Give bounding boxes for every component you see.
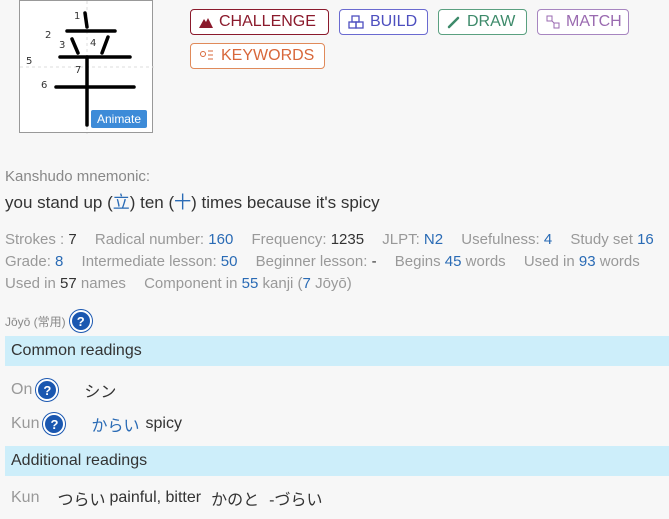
usefulness-link[interactable]: 4 bbox=[544, 231, 552, 248]
usedin-label: Used in bbox=[523, 253, 575, 270]
on-reading-row: On ? シン bbox=[11, 378, 116, 402]
stroke-number: 4 bbox=[90, 38, 96, 49]
stroke-number: 3 bbox=[59, 40, 65, 51]
frequency-label: Frequency: bbox=[251, 231, 327, 248]
kun-reading-row: Kun ? からい spicy bbox=[11, 412, 182, 436]
common-readings-header: Common readings bbox=[5, 336, 669, 366]
mnemonic-part: ) ten ( bbox=[129, 193, 175, 212]
animate-button[interactable]: Animate bbox=[90, 110, 147, 128]
stroke-number: 6 bbox=[41, 80, 47, 91]
studyset-link[interactable]: 16 bbox=[637, 231, 654, 248]
studyset-label: Study set bbox=[570, 231, 633, 248]
help-icon[interactable]: ? bbox=[69, 310, 92, 332]
help-icon[interactable]: ? bbox=[43, 413, 66, 435]
keywords-label: KEYWORDS bbox=[221, 47, 315, 64]
kun-reading-link[interactable]: からい bbox=[91, 412, 139, 436]
component-link[interactable]: 十 bbox=[174, 193, 191, 212]
on-reading: シン bbox=[84, 384, 117, 401]
build-label: BUILD bbox=[370, 13, 418, 30]
keywords-icon bbox=[199, 49, 215, 63]
component-joyo-link[interactable]: 7 bbox=[303, 275, 311, 292]
component-suffix: Jōyō) bbox=[315, 275, 352, 292]
on-label: On bbox=[11, 381, 33, 398]
blocks-icon bbox=[348, 15, 364, 29]
component-link[interactable]: 立 bbox=[113, 193, 130, 212]
frequency-value: 1235 bbox=[330, 231, 365, 248]
mnemonic-part: you stand up ( bbox=[5, 193, 113, 212]
jlpt-link[interactable]: N2 bbox=[424, 231, 443, 248]
additional-gloss: painful, bitter bbox=[109, 489, 202, 506]
match-icon bbox=[546, 15, 560, 29]
mnemonic-label: Kanshudo mnemonic: bbox=[5, 168, 151, 185]
additional-readings-header: Additional readings bbox=[5, 446, 669, 476]
keywords-button[interactable]: KEYWORDS bbox=[190, 43, 325, 69]
grade-link[interactable]: 8 bbox=[55, 253, 63, 270]
beginner-value: - bbox=[371, 253, 377, 270]
joyo-label: Jōyō (常用) bbox=[5, 314, 66, 329]
grade-label: Grade: bbox=[5, 253, 51, 270]
radical-link[interactable]: 160 bbox=[208, 231, 233, 248]
match-button[interactable]: MATCH bbox=[537, 9, 629, 35]
draw-button[interactable]: DRAW bbox=[438, 9, 527, 35]
begins-suffix: words bbox=[465, 253, 506, 270]
additional-kun-row: Kun つらい painful, bitter かのと -づらい bbox=[11, 486, 322, 510]
match-label: MATCH bbox=[566, 13, 622, 30]
beginner-label: Beginner lesson: bbox=[255, 253, 368, 270]
strokes-label: Strokes : bbox=[5, 231, 65, 248]
help-icon[interactable]: ? bbox=[36, 379, 59, 401]
usedin-link[interactable]: 93 bbox=[579, 253, 596, 270]
usednames-label: Used in bbox=[5, 275, 56, 292]
kanji-stroke-diagram: 1 2 3 4 5 6 7 Animate bbox=[19, 0, 154, 134]
additional-reading: つらい bbox=[57, 492, 106, 509]
joyo-row: Jōyō (常用) ? bbox=[5, 310, 92, 332]
brush-icon bbox=[447, 15, 461, 29]
component-link[interactable]: 55 bbox=[242, 275, 259, 292]
strokes-value: 7 bbox=[68, 231, 77, 248]
kanji-stats: Strokes : 7 Radical number: 160 Frequenc… bbox=[5, 229, 669, 295]
kun-label: Kun bbox=[11, 489, 40, 506]
build-button[interactable]: BUILD bbox=[339, 9, 428, 35]
usedin-suffix: words bbox=[599, 253, 640, 270]
kun-gloss: spicy bbox=[145, 415, 182, 432]
mnemonic-part: ) times because it's spicy bbox=[191, 193, 380, 212]
begins-link[interactable]: 45 bbox=[445, 253, 462, 270]
stroke-number: 1 bbox=[74, 11, 80, 22]
challenge-label: CHALLENGE bbox=[219, 13, 316, 30]
intermediate-label: Intermediate lesson: bbox=[81, 253, 217, 270]
radical-label: Radical number: bbox=[94, 231, 205, 248]
stroke-number: 5 bbox=[26, 56, 32, 67]
usednames-suffix: names bbox=[80, 275, 126, 292]
component-label: Component in bbox=[144, 275, 238, 292]
additional-reading: -づらい bbox=[269, 492, 323, 509]
intermediate-link[interactable]: 50 bbox=[221, 253, 238, 270]
stroke-number: 7 bbox=[75, 65, 81, 76]
jlpt-label: JLPT: bbox=[382, 231, 420, 248]
additional-reading: かのと bbox=[211, 492, 260, 509]
challenge-button[interactable]: CHALLENGE bbox=[190, 9, 329, 35]
begins-label: Begins bbox=[394, 253, 441, 270]
usefulness-label: Usefulness: bbox=[461, 231, 540, 248]
kun-label: Kun bbox=[11, 415, 40, 432]
mnemonic-text: you stand up (立) ten (十) times because i… bbox=[5, 188, 380, 213]
stroke-number: 2 bbox=[45, 30, 51, 41]
draw-label: DRAW bbox=[467, 13, 516, 30]
component-mid: kanji ( bbox=[262, 275, 303, 292]
usednames-value: 57 bbox=[60, 275, 77, 292]
mountain-icon bbox=[199, 16, 213, 28]
